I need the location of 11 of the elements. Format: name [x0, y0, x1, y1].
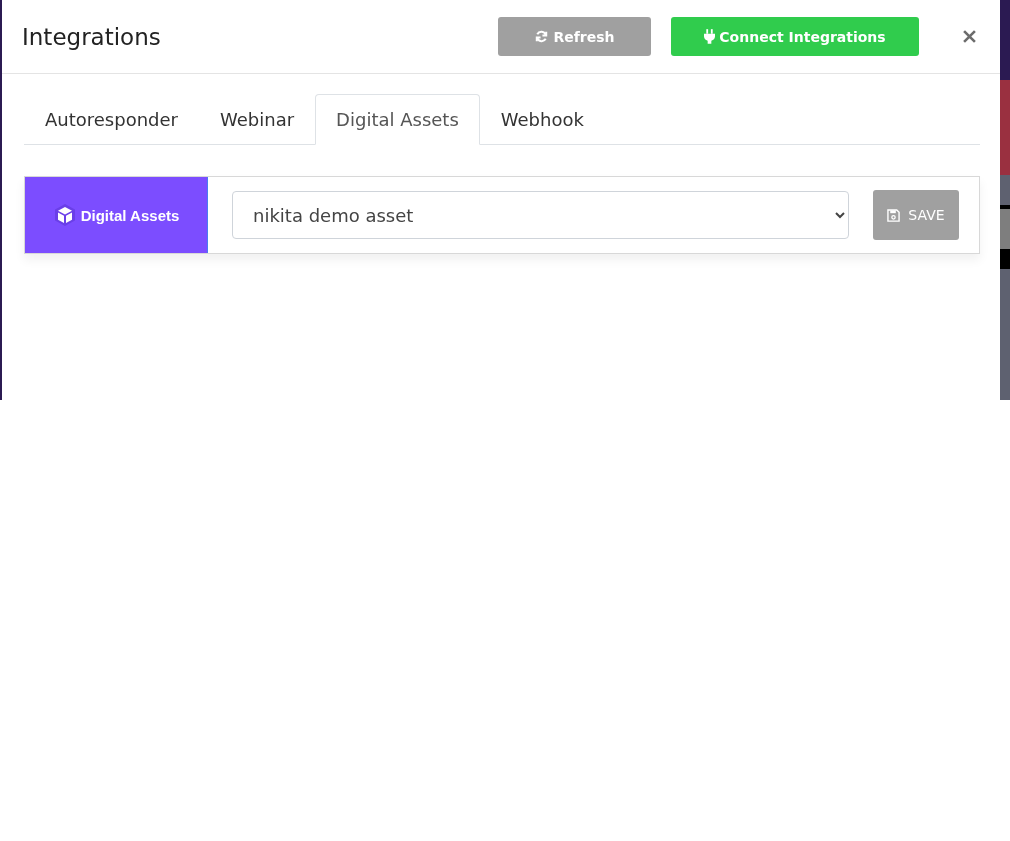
tab[interactable]: Webinar	[199, 94, 316, 145]
tab[interactable]: Autoresponder	[24, 94, 199, 145]
tab[interactable]: Digital Assets	[315, 94, 480, 145]
refresh-icon	[534, 29, 550, 44]
tab[interactable]: Webhook	[479, 94, 605, 145]
asset-select[interactable]: nikita demo asset	[232, 191, 849, 239]
plug-icon	[704, 29, 716, 44]
brand-name: Digital Assets	[80, 206, 180, 224]
modal-title: Integrations	[22, 23, 162, 50]
close-icon	[963, 30, 976, 43]
cube-icon	[52, 203, 77, 227]
